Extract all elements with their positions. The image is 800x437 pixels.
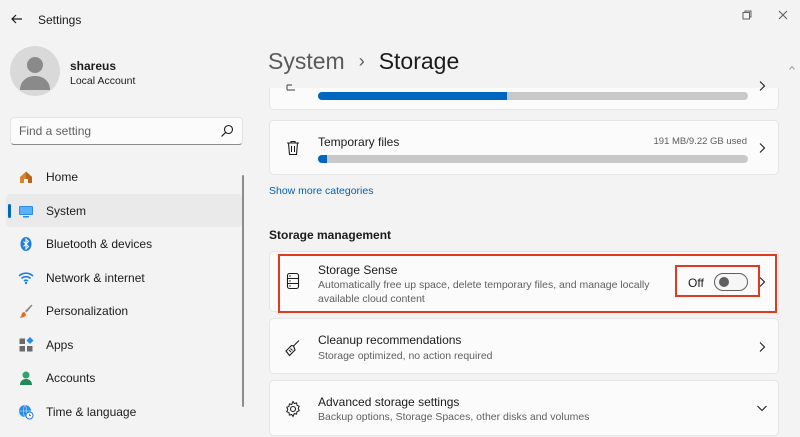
sidebar-item-label: Bluetooth & devices [46,237,153,251]
sidebar-item-accounts[interactable]: Accounts [6,361,242,395]
globe-clock-icon [18,404,34,420]
sidebar-item-label: Time & language [46,404,137,419]
temporary-files-usage: 191 MB/9.22 GB used [653,136,747,147]
sidebar-item-personalization[interactable]: Personalization [6,294,242,328]
page-title: Storage [378,48,460,74]
chevron-right-icon [759,143,766,153]
chevron-down-icon [757,405,767,412]
restore-button[interactable] [734,6,760,24]
show-more-categories-link[interactable]: Show more categories [269,185,373,197]
toggle-knob [719,277,729,287]
trash-icon [287,140,299,156]
accounts-icon [18,370,34,386]
sidebar-item-label: System [46,203,87,218]
sidebar-item-home[interactable]: Home [6,160,242,194]
chevron-right-icon [759,81,766,91]
sidebar-item-apps[interactable]: Apps [6,328,242,362]
title-bar: Settings [0,0,800,38]
profile-name: shareus [70,59,117,73]
temporary-files-fill [318,155,327,163]
sidebar-item-label: Network & internet [46,270,145,285]
cleanup-recommendations-title: Cleanup recommendations [318,333,462,347]
storage-sense-toggle[interactable] [714,273,748,291]
back-arrow-icon [11,14,22,24]
broom-icon [285,340,300,357]
breadcrumb-separator: › [358,51,365,71]
sidebar-scrollbar[interactable] [242,175,244,407]
close-button[interactable] [770,6,796,24]
cleanup-recommendations-row[interactable]: Cleanup recommendations Storage optimize… [269,318,779,374]
bluetooth-icon [18,236,34,252]
chevron-right-icon [759,342,766,352]
cleanup-recommendations-description: Storage optimized, no action required [318,350,493,362]
storage-management-heading: Storage management [269,228,392,242]
sidebar-item-label: Apps [46,337,74,352]
advanced-storage-settings-description: Backup options, Storage Spaces, other di… [318,411,590,423]
sidebar-nav: Home System Bluetooth & devices Network … [0,160,245,428]
search-box[interactable] [10,117,243,145]
breadcrumb-parent[interactable]: System [268,48,345,75]
storage-category-partial[interactable] [269,81,779,110]
breadcrumb: System › Storage [268,48,459,75]
temporary-files-label: Temporary files [318,135,400,149]
app-title: Settings [38,13,82,27]
temporary-files-bar [318,155,748,163]
sidebar-item-label: Home [46,170,79,184]
sidebar-item-bluetooth[interactable]: Bluetooth & devices [6,227,242,261]
brush-icon [18,303,34,319]
storage-sense-toggle-label: Off [688,276,704,290]
system-icon [18,203,34,219]
storage-usage-fill [318,92,508,100]
user-icon [20,57,50,90]
sidebar-item-network[interactable]: Network & internet [6,261,242,295]
temporary-files-row[interactable]: Temporary files 191 MB/9.22 GB used [269,120,779,175]
apps-icon [18,336,34,353]
advanced-storage-settings-title: Advanced storage settings [318,395,460,409]
close-icon [778,10,788,20]
scroll-up-arrow-icon [789,65,795,70]
advanced-storage-settings-row[interactable]: Advanced storage settings Backup options… [269,380,779,436]
wifi-icon [18,270,34,286]
back-button[interactable] [6,8,28,30]
storage-usage-bar [318,92,748,100]
sidebar-item-label: Accounts [46,371,96,385]
avatar[interactable] [10,46,60,96]
search-icon[interactable] [220,124,234,138]
profile-account-type: Local Account [70,75,136,87]
sidebar-item-label: Personalization [46,304,129,318]
home-icon [18,169,34,185]
category-icon [286,84,295,91]
search-input[interactable] [19,123,209,139]
main-scrollbar[interactable] [789,58,795,70]
sidebar-item-time-language[interactable]: Time & language [6,395,242,429]
sidebar-item-system[interactable]: System [6,193,242,227]
gear-icon [286,400,300,418]
restore-icon [742,10,752,20]
